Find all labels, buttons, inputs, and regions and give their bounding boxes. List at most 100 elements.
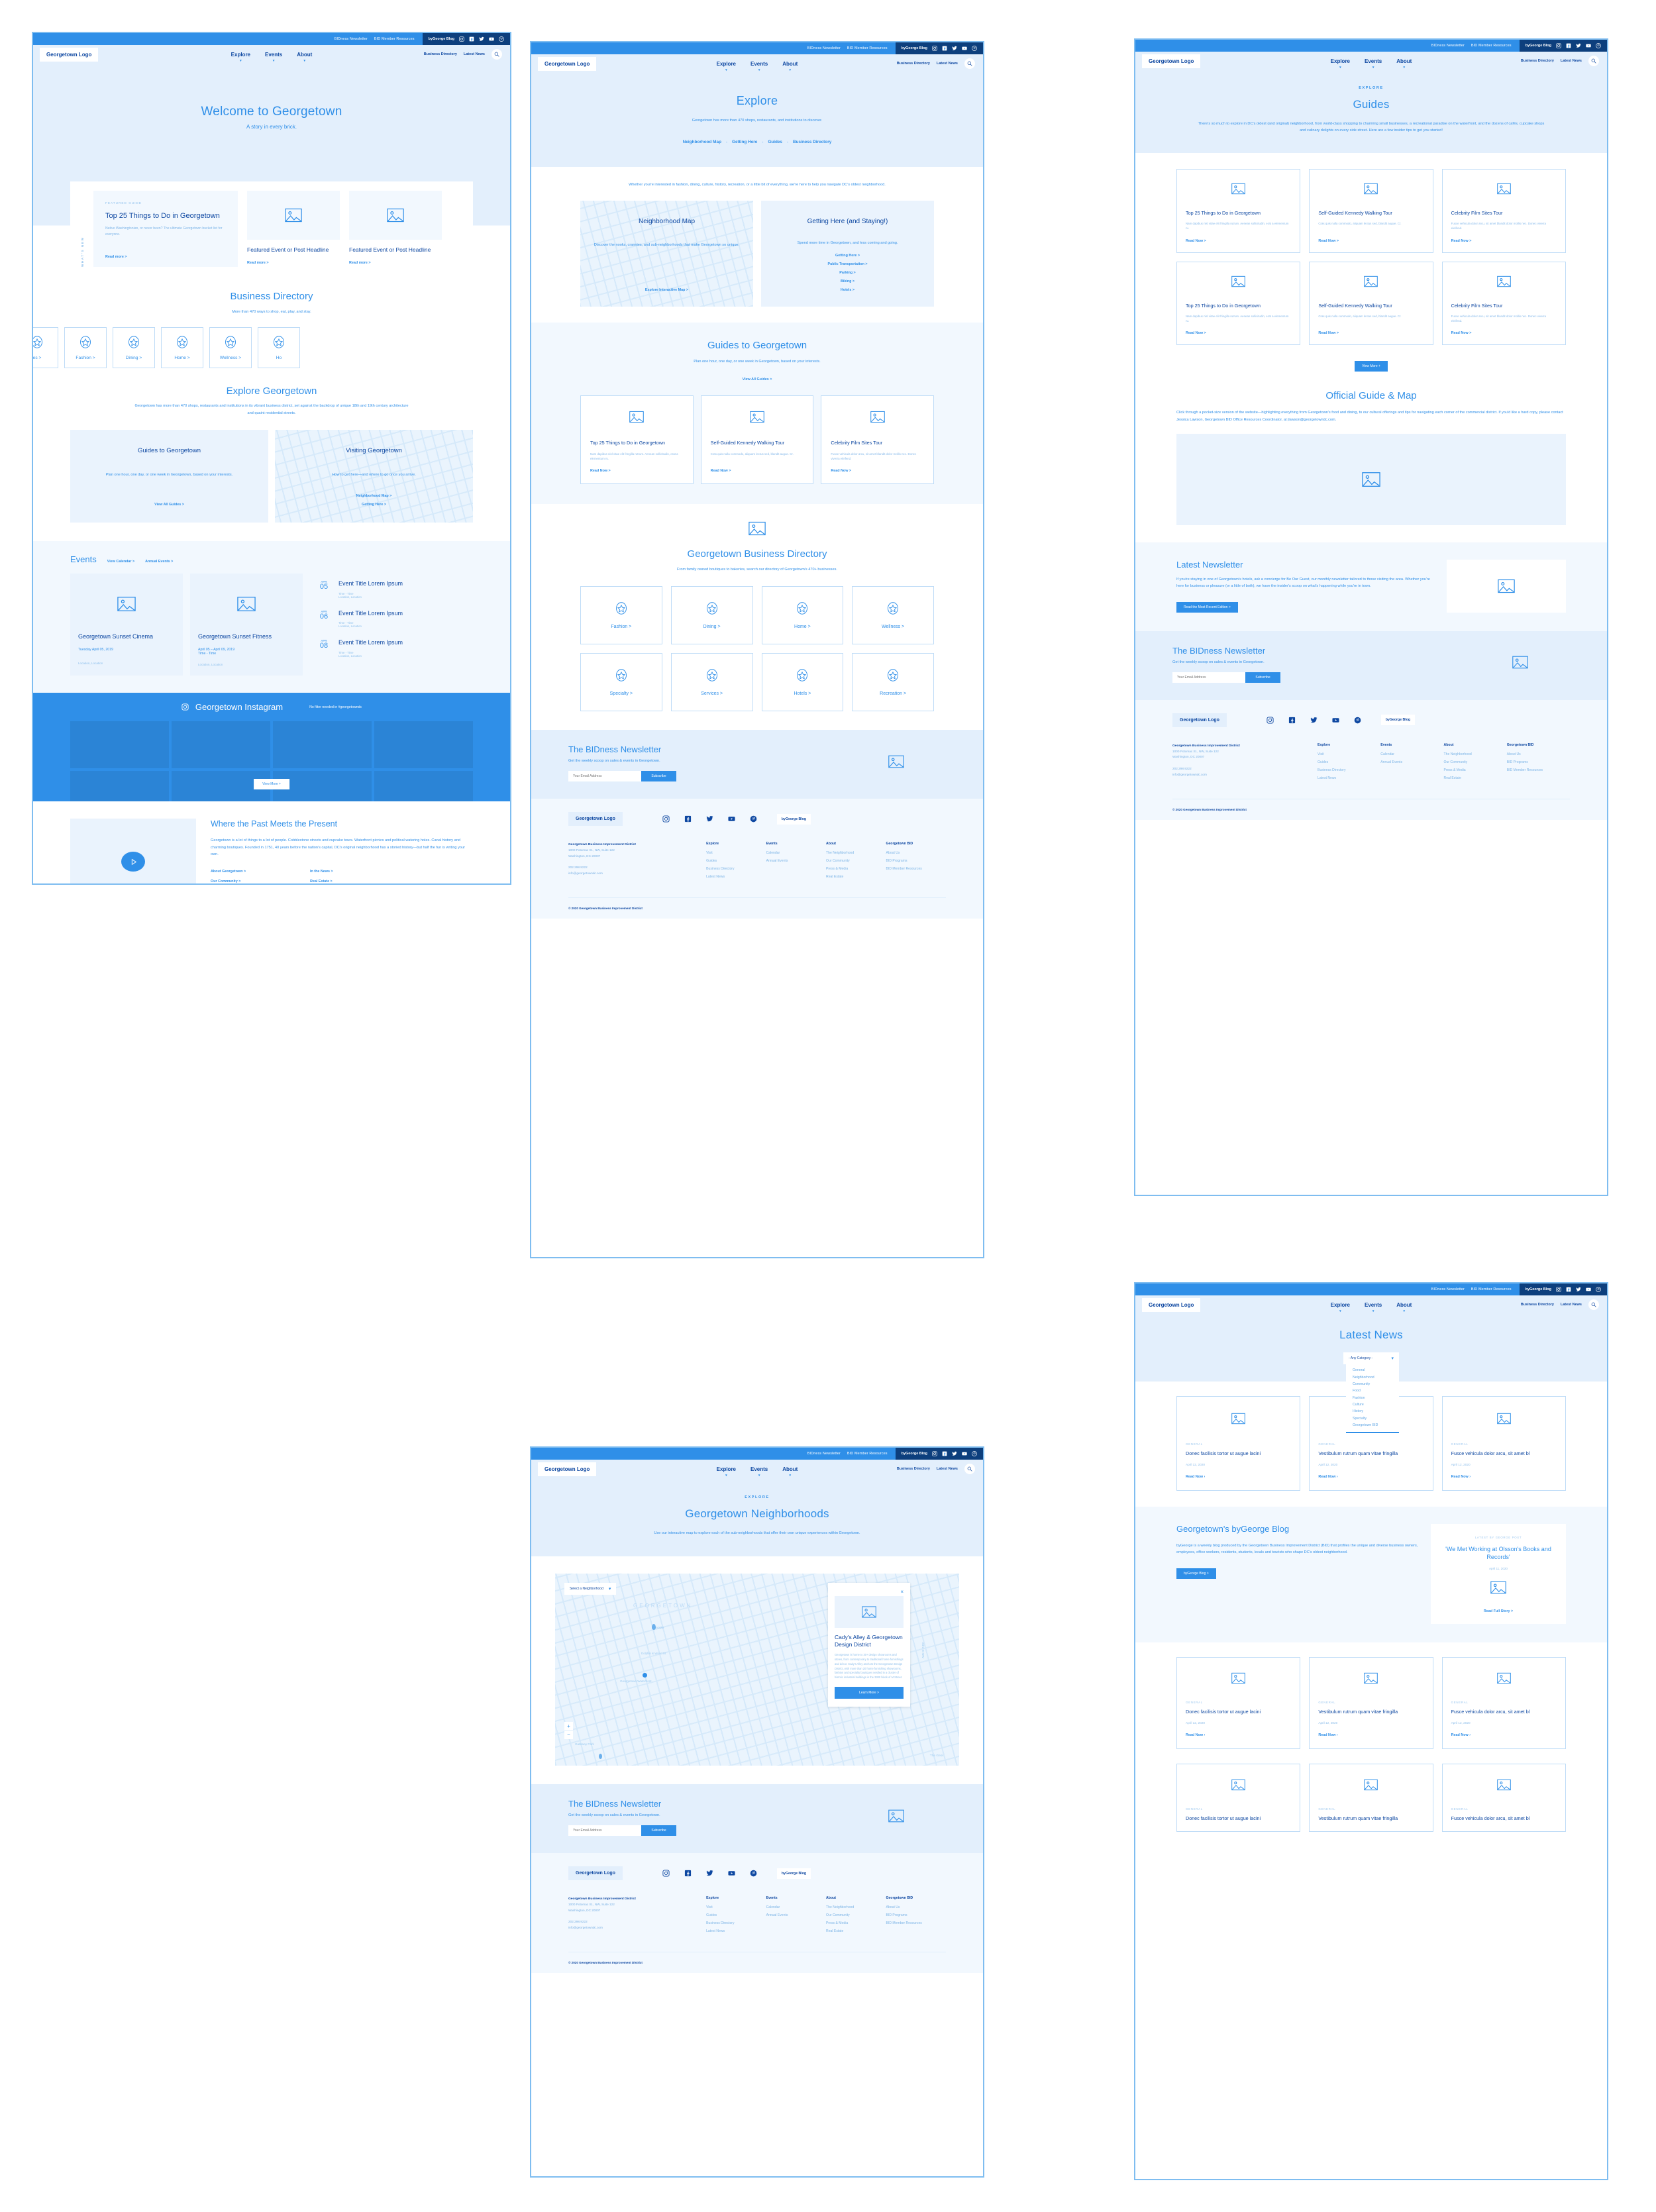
twitter-icon[interactable] xyxy=(1576,43,1581,48)
guides-link[interactable]: Guides xyxy=(768,140,782,144)
featured-read-more[interactable]: Read more > xyxy=(105,240,226,259)
utility-link[interactable]: BID Member Resources xyxy=(1471,1287,1512,1291)
utility-link[interactable]: BIDness Newsletter xyxy=(807,1452,841,1456)
footer-link[interactable]: Latest News xyxy=(1318,776,1380,780)
instagram-tile[interactable] xyxy=(374,721,473,769)
footer-link[interactable]: BID Programs xyxy=(886,859,946,863)
guide-card[interactable]: Top 25 Things to Do in Georgetown Nam da… xyxy=(580,395,694,484)
news-card[interactable]: GENERAL Fusce vehicula dolor arcu, sit a… xyxy=(1441,1396,1566,1491)
footer-link[interactable]: About Us xyxy=(886,1905,946,1909)
instagram-icon[interactable] xyxy=(459,36,464,42)
footer-email[interactable]: info@georgetowndc.com xyxy=(568,872,603,875)
instagram-tile[interactable] xyxy=(70,771,169,802)
read-now-link[interactable]: Read Now > xyxy=(831,461,924,473)
twitter-icon[interactable] xyxy=(706,815,713,823)
twitter-icon[interactable] xyxy=(952,1451,957,1456)
footer-link[interactable]: Annual Events xyxy=(766,859,826,863)
youtube-icon[interactable] xyxy=(728,1870,735,1877)
utility-link[interactable]: BIDness Newsletter xyxy=(335,37,368,41)
news-card[interactable]: GENERAL Donec facilisis tortor ut augue … xyxy=(1176,1396,1301,1491)
footer-blog-link[interactable]: byGeorge Blog xyxy=(776,1868,811,1879)
pinterest-icon[interactable] xyxy=(499,36,504,42)
video-thumbnail[interactable] xyxy=(70,819,196,883)
utility-link[interactable]: BID Member Resources xyxy=(847,46,888,50)
footer-link[interactable]: Business Directory xyxy=(706,867,766,871)
instagram-view-more-button[interactable]: View More + xyxy=(254,779,289,790)
filter-option[interactable]: History xyxy=(1346,1408,1399,1415)
biking-link[interactable]: Biking > xyxy=(774,279,921,283)
view-all-guides-link[interactable]: View All Guides > xyxy=(82,503,256,507)
footer-link[interactable]: BID Member Resources xyxy=(1507,768,1570,772)
youtube-icon[interactable] xyxy=(962,1451,967,1456)
bygeorge-blog-button[interactable]: byGeorge Blog > xyxy=(1176,1568,1216,1579)
youtube-icon[interactable] xyxy=(1586,1287,1591,1292)
utility-link[interactable]: BIDness Newsletter xyxy=(1431,1287,1465,1291)
footer-link[interactable]: Press & Media xyxy=(826,1921,886,1925)
facebook-icon[interactable] xyxy=(684,1870,692,1877)
read-now-link[interactable]: Read Now › xyxy=(1318,1475,1337,1479)
read-now-link[interactable]: Read Now › xyxy=(1318,1733,1337,1737)
footer-link[interactable]: Business Directory xyxy=(1318,768,1380,772)
real-estate-link[interactable]: Real Estate > xyxy=(310,880,333,883)
event-list-item[interactable]: APR 05 Event Title Lorem Ipsum Time - Ti… xyxy=(317,580,473,599)
map-zoom-controls[interactable]: + − xyxy=(564,1722,573,1740)
footer-link[interactable]: About Us xyxy=(1507,752,1570,756)
twitter-icon[interactable] xyxy=(1310,717,1318,724)
twitter-icon[interactable] xyxy=(479,36,484,42)
neighborhood-popup[interactable]: × Cady's Alley & Georgetown Design Distr… xyxy=(828,1583,910,1707)
parking-link[interactable]: Parking > xyxy=(774,271,921,275)
play-button[interactable] xyxy=(121,852,145,872)
instagram-icon[interactable] xyxy=(932,1451,937,1456)
filter-option[interactable]: General xyxy=(1346,1367,1399,1374)
footer-phone[interactable]: 202.298.9222 xyxy=(568,866,588,869)
twitter-icon[interactable] xyxy=(706,1870,713,1877)
about-georgetown-link[interactable]: About Georgetown > xyxy=(211,870,310,874)
footer-link[interactable]: BID Member Resources xyxy=(886,867,946,871)
filter-option[interactable]: Specialty xyxy=(1346,1415,1399,1422)
guide-card[interactable]: Top 25 Things to Do in Georgetown Nam da… xyxy=(1176,168,1301,253)
category-card[interactable]: Services > xyxy=(670,653,753,712)
read-now-link[interactable]: Read Now > xyxy=(1186,231,1291,243)
footer-link[interactable]: BID Programs xyxy=(1507,760,1570,764)
zoom-out-button[interactable]: − xyxy=(564,1731,573,1739)
category-card[interactable]: Ho xyxy=(258,327,300,369)
footer-link[interactable]: Visit xyxy=(1318,752,1380,756)
footer-phone[interactable]: 202.298.9222 xyxy=(1172,767,1192,770)
category-card[interactable]: Recreation > xyxy=(852,653,934,712)
twitter-icon[interactable] xyxy=(1576,1287,1581,1292)
category-card[interactable]: Home > xyxy=(761,586,844,645)
read-recent-edition-button[interactable]: Read the Most Recent Edition > xyxy=(1176,601,1238,613)
utility-link[interactable]: BID Member Resources xyxy=(847,1452,888,1456)
event-list-item[interactable]: APR 06 Event Title Lorem Ipsum Time - Ti… xyxy=(317,610,473,628)
footer-link[interactable]: Latest News xyxy=(706,1929,766,1933)
news-card[interactable]: GENERAL Fusce vehicula dolor arcu, sit a… xyxy=(1441,1657,1566,1750)
instagram-icon[interactable] xyxy=(1556,43,1561,48)
read-now-link[interactable]: Read Now > xyxy=(1318,231,1423,243)
read-now-link[interactable]: Read Now > xyxy=(590,461,684,473)
facebook-icon[interactable] xyxy=(1566,1287,1571,1292)
category-filter-options[interactable]: General Neighborhood Community Food Fash… xyxy=(1346,1364,1399,1434)
blog-feature-card[interactable]: LATEST BY GEORGE POST 'We Met Working at… xyxy=(1431,1523,1566,1625)
footer-link[interactable]: Our Community xyxy=(1444,760,1507,764)
category-card[interactable]: Hotels > xyxy=(761,653,844,712)
category-card[interactable]: Specialty > xyxy=(580,653,662,712)
email-input[interactable] xyxy=(568,1825,641,1836)
footer-logo[interactable]: Georgetown Logo xyxy=(568,812,623,827)
featured-side-card[interactable]: Featured Event or Post Headline Read mor… xyxy=(349,191,442,267)
youtube-icon[interactable] xyxy=(1586,43,1591,48)
event-card[interactable]: Georgetown Sunset Fitness April 05 – Apr… xyxy=(190,574,303,676)
instagram-icon[interactable] xyxy=(662,1870,670,1877)
filter-option[interactable]: Food xyxy=(1346,1387,1399,1394)
learn-more-button[interactable]: Learn More > xyxy=(835,1686,904,1699)
getting-here-link[interactable]: Getting Here > xyxy=(774,254,921,258)
nav-item-explore[interactable]: Explore ▾ xyxy=(1331,58,1350,70)
footer-logo[interactable]: Georgetown Logo xyxy=(1172,713,1227,727)
category-card[interactable]: Wellness > xyxy=(209,327,252,369)
interactive-map[interactable]: Select a Neighborhood ▾ GEORGETOWN Apple… xyxy=(555,1574,959,1766)
neighborhood-map-link[interactable]: Neighborhood Map xyxy=(683,140,721,144)
instagram-tile[interactable] xyxy=(70,721,169,769)
footer-link[interactable]: Calendar xyxy=(766,1905,826,1909)
subscribe-button[interactable]: Subscribe xyxy=(641,1825,676,1836)
pinterest-icon[interactable] xyxy=(750,1870,757,1877)
category-card[interactable]: Fashion > xyxy=(580,586,662,645)
